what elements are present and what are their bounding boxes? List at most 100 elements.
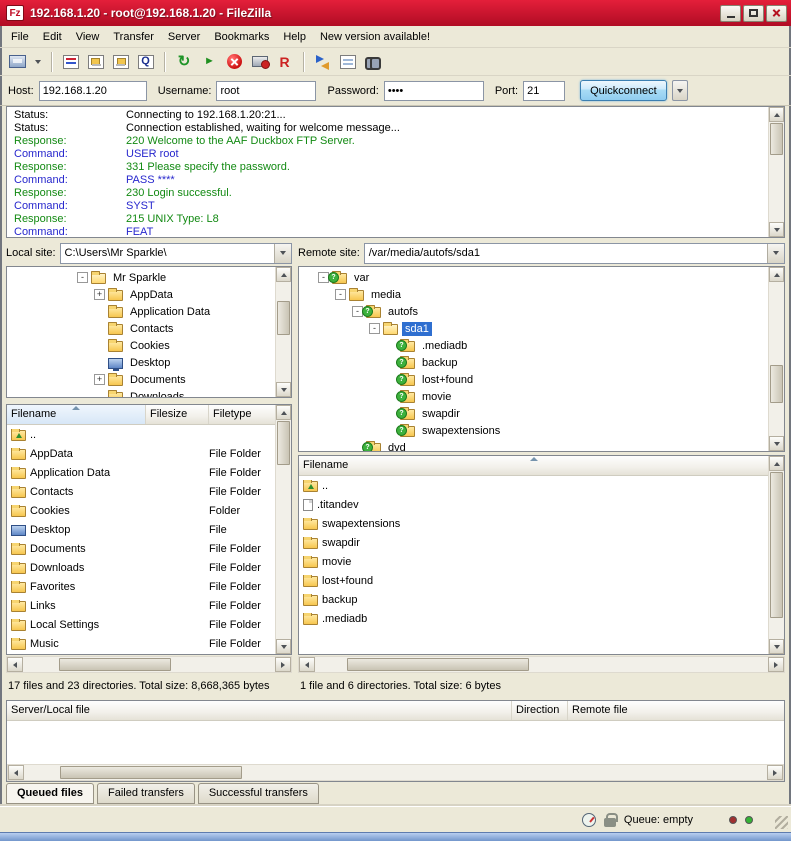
- disconnect-button[interactable]: [248, 50, 271, 74]
- scroll-down-button[interactable]: [769, 222, 784, 237]
- sync-browsing-button[interactable]: [336, 50, 359, 74]
- scroll-up-button[interactable]: [276, 267, 291, 282]
- remote-tree-item[interactable]: - var: [299, 269, 768, 286]
- remote-file-row[interactable]: ..: [299, 476, 768, 495]
- combo-dropdown-button[interactable]: [767, 244, 784, 263]
- combo-dropdown-button[interactable]: [274, 244, 291, 263]
- queue-tab[interactable]: Failed transfers: [97, 783, 195, 804]
- scroll-up-button[interactable]: [769, 267, 784, 282]
- local-tree-item[interactable]: Cookies: [7, 337, 275, 354]
- scroll-thumb[interactable]: [59, 658, 171, 671]
- column-header-filetype[interactable]: Filetype: [209, 405, 275, 424]
- tree-expander[interactable]: -: [77, 272, 88, 283]
- remote-tree-item[interactable]: dvd: [299, 439, 768, 451]
- local-file-row[interactable]: Contacts File Folder: [7, 482, 275, 501]
- host-input[interactable]: [39, 81, 147, 101]
- local-file-row[interactable]: Downloads File Folder: [7, 558, 275, 577]
- local-file-row[interactable]: Links File Folder: [7, 596, 275, 615]
- local-list-vertical-scrollbar[interactable]: [275, 405, 291, 654]
- scroll-thumb[interactable]: [277, 301, 290, 335]
- column-header-server-local-file[interactable]: Server/Local file: [7, 701, 512, 720]
- scroll-right-button[interactable]: [275, 657, 291, 672]
- local-file-row[interactable]: Desktop File: [7, 520, 275, 539]
- remote-file-row[interactable]: swapextensions: [299, 514, 768, 533]
- scroll-up-button[interactable]: [769, 456, 784, 471]
- toggle-remote-tree-button[interactable]: [109, 50, 132, 74]
- remote-site-combobox[interactable]: /var/media/autofs/sda1: [364, 243, 785, 264]
- scroll-left-button[interactable]: [8, 765, 24, 780]
- remote-tree-item[interactable]: - sda1: [299, 320, 768, 337]
- queue-tab[interactable]: Successful transfers: [198, 783, 319, 804]
- scroll-thumb[interactable]: [347, 658, 529, 671]
- scroll-thumb[interactable]: [60, 766, 242, 779]
- tree-expander[interactable]: +: [94, 289, 105, 300]
- remote-tree-item[interactable]: - autofs: [299, 303, 768, 320]
- local-tree-item[interactable]: Downloads: [7, 388, 275, 397]
- lock-icon[interactable]: [604, 818, 616, 827]
- menu-item[interactable]: Server: [161, 28, 207, 46]
- remote-tree-item[interactable]: movie: [299, 388, 768, 405]
- scroll-left-button[interactable]: [299, 657, 315, 672]
- remote-file-row[interactable]: lost+found: [299, 571, 768, 590]
- column-header-remote-file[interactable]: Remote file: [568, 701, 784, 720]
- column-header-direction[interactable]: Direction: [512, 701, 568, 720]
- local-file-row[interactable]: Local Settings File Folder: [7, 615, 275, 634]
- toggle-local-tree-button[interactable]: [84, 50, 107, 74]
- menu-item[interactable]: Help: [276, 28, 313, 46]
- remote-tree-vertical-scrollbar[interactable]: [768, 267, 784, 451]
- scroll-thumb[interactable]: [770, 472, 783, 618]
- toggle-queue-button[interactable]: Q: [134, 50, 157, 74]
- remote-file-row[interactable]: .titandev: [299, 495, 768, 514]
- remote-file-row[interactable]: movie: [299, 552, 768, 571]
- port-input[interactable]: [523, 81, 565, 101]
- local-file-row[interactable]: Application Data File Folder: [7, 463, 275, 482]
- local-file-row[interactable]: Cookies Folder: [7, 501, 275, 520]
- scroll-thumb[interactable]: [770, 365, 783, 403]
- quickconnect-dropdown-button[interactable]: [672, 80, 688, 101]
- toggle-log-button[interactable]: [59, 50, 82, 74]
- scroll-down-button[interactable]: [276, 382, 291, 397]
- local-file-row[interactable]: AppData File Folder: [7, 444, 275, 463]
- column-header-filename[interactable]: Filename: [7, 405, 146, 424]
- scroll-left-button[interactable]: [7, 657, 23, 672]
- scroll-up-button[interactable]: [769, 107, 784, 122]
- scroll-down-button[interactable]: [769, 639, 784, 654]
- local-tree-item[interactable]: Contacts: [7, 320, 275, 337]
- menu-item[interactable]: Bookmarks: [207, 28, 276, 46]
- reconnect-button[interactable]: R: [273, 50, 296, 74]
- scroll-thumb[interactable]: [277, 421, 290, 465]
- local-file-row[interactable]: Documents File Folder: [7, 539, 275, 558]
- menu-item[interactable]: File: [4, 28, 36, 46]
- menu-item[interactable]: Transfer: [106, 28, 161, 46]
- log-vertical-scrollbar[interactable]: [768, 107, 784, 237]
- tree-expander[interactable]: +: [94, 374, 105, 385]
- maximize-button[interactable]: [743, 5, 764, 22]
- queue-horizontal-scrollbar[interactable]: [7, 764, 784, 781]
- menu-item[interactable]: View: [69, 28, 107, 46]
- site-manager-dropdown-button[interactable]: [31, 50, 44, 74]
- remote-tree-item[interactable]: swapextensions: [299, 422, 768, 439]
- speed-limit-icon[interactable]: [582, 813, 596, 827]
- local-tree-item[interactable]: + AppData: [7, 286, 275, 303]
- local-file-row[interactable]: Favorites File Folder: [7, 577, 275, 596]
- remote-file-row[interactable]: swapdir: [299, 533, 768, 552]
- scroll-down-button[interactable]: [276, 639, 291, 654]
- local-list-horizontal-scrollbar[interactable]: [6, 656, 292, 673]
- local-tree-item[interactable]: - Mr Sparkle: [7, 269, 275, 286]
- scroll-up-button[interactable]: [276, 405, 291, 420]
- scroll-right-button[interactable]: [768, 657, 784, 672]
- local-tree-vertical-scrollbar[interactable]: [275, 267, 291, 397]
- remote-tree-item[interactable]: backup: [299, 354, 768, 371]
- titlebar[interactable]: Fz 192.168.1.20 - root@192.168.1.20 - Fi…: [0, 0, 791, 26]
- close-button[interactable]: [766, 5, 787, 22]
- column-header-filename[interactable]: Filename: [299, 456, 768, 475]
- remote-tree-item[interactable]: swapdir: [299, 405, 768, 422]
- scroll-down-button[interactable]: [769, 436, 784, 451]
- menu-item[interactable]: New version available!: [313, 28, 437, 46]
- tree-expander[interactable]: -: [369, 323, 380, 334]
- local-site-combobox[interactable]: C:\Users\Mr Sparkle\: [60, 243, 292, 264]
- local-tree-item[interactable]: + Documents: [7, 371, 275, 388]
- remote-tree-item[interactable]: lost+found: [299, 371, 768, 388]
- tree-expander[interactable]: -: [335, 289, 346, 300]
- minimize-button[interactable]: [720, 5, 741, 22]
